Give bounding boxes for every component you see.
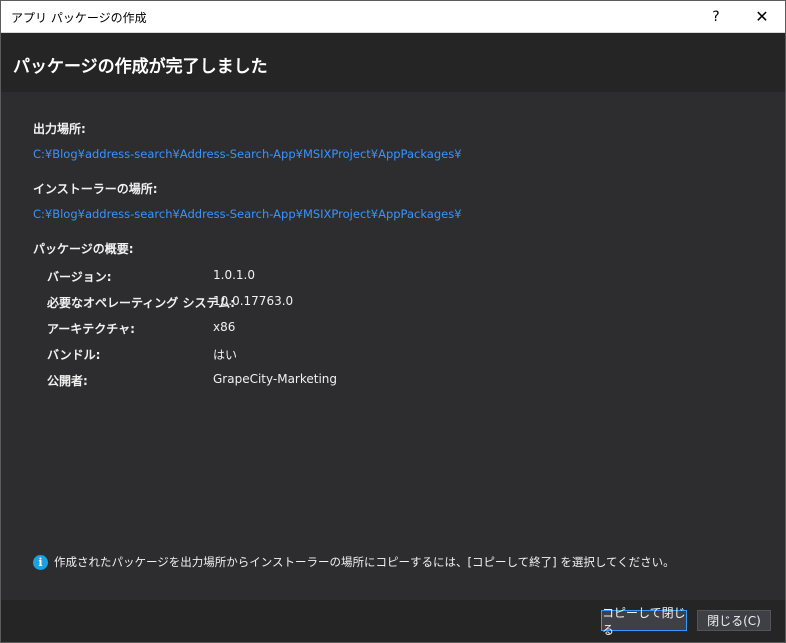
required-os-label: 必要なオペレーティング システム: (47, 296, 235, 310)
package-summary-label: パッケージの概要: (33, 242, 134, 256)
publisher-label: 公開者: (47, 374, 88, 388)
installer-location-link[interactable]: C:¥Blog¥address-search¥Address-Search-Ap… (33, 207, 462, 221)
close-window-button[interactable]: ✕ (739, 1, 785, 32)
architecture-label: アーキテクチャ: (47, 322, 135, 336)
version-value: 1.0.1.0 (213, 268, 255, 282)
close-button[interactable]: 閉じる(C) (697, 610, 771, 631)
dialog-content: 出力場所: C:¥Blog¥address-search¥Address-Sea… (1, 92, 785, 600)
installer-location-label: インストーラーの場所: (33, 182, 158, 196)
info-message: i 作成されたパッケージを出力場所からインストーラーの場所にコピーするには、[コ… (33, 554, 675, 570)
publisher-value: GrapeCity-Marketing (213, 372, 338, 386)
dialog-header: パッケージの作成が完了しました (1, 33, 785, 92)
title-bar: アプリ パッケージの作成 ? ✕ (1, 1, 785, 33)
architecture-value: x86 (213, 320, 236, 334)
copy-and-close-button[interactable]: コピーして閉じる (601, 606, 687, 637)
info-text: 作成されたパッケージを出力場所からインストーラーの場所にコピーするには、[コピー… (54, 555, 675, 569)
dialog-footer: コピーして閉じる 閉じる(C) (1, 600, 785, 642)
help-button[interactable]: ? (693, 1, 739, 32)
dialog-window: アプリ パッケージの作成 ? ✕ パッケージの作成が完了しました 出力場所: C… (0, 0, 786, 643)
required-os-value: 10.0.17763.0 (213, 294, 294, 308)
bundle-value: はい (213, 348, 238, 362)
output-location-label: 出力場所: (33, 122, 86, 136)
output-location-link[interactable]: C:¥Blog¥address-search¥Address-Search-Ap… (33, 147, 462, 161)
version-label: バージョン: (47, 270, 112, 284)
page-title: パッケージの作成が完了しました (13, 57, 268, 77)
bundle-label: バンドル: (47, 348, 101, 362)
info-icon: i (33, 554, 48, 570)
window-title: アプリ パッケージの作成 (11, 11, 147, 25)
